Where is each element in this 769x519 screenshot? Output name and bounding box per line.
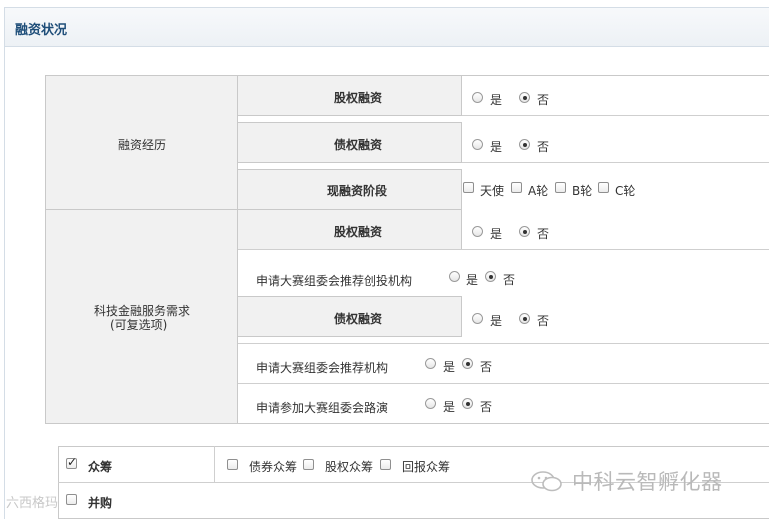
roadshow-no-label: 否 [480,400,493,414]
recommend-vc-no-label: 否 [503,273,516,287]
needs-equity-no-label: 否 [537,227,550,241]
crowd-label: 众筹 [88,460,113,474]
debt-no-radio[interactable] [519,139,530,150]
equity-yes-radio[interactable] [472,92,483,103]
stage-label: 现融资阶段 [327,184,388,198]
recommend-inst-yes-label: 是 [443,360,456,374]
roadshow-yes-label: 是 [443,400,456,414]
stage-c-label: C轮 [615,184,636,198]
row-divider [462,249,769,250]
column-divider [214,446,215,483]
stage-angel-checkbox[interactable] [463,182,474,193]
recommend-inst-no-radio[interactable] [462,358,473,369]
debt-yes-label: 是 [490,140,503,154]
merger-label: 并购 [88,496,113,510]
merger-checkbox[interactable] [66,494,77,505]
crowd-bond-checkbox[interactable] [227,459,238,470]
row-divider [238,343,769,344]
roadshow-yes-radio[interactable] [425,398,436,409]
needs-equity-yes-label: 是 [490,227,503,241]
section-header: 融资状况 [4,7,769,47]
recommend-inst-yes-radio[interactable] [425,358,436,369]
debt-label: 债权融资 [334,138,383,152]
stage-a-label: A轮 [528,184,549,198]
crowd-equity-checkbox[interactable] [303,459,314,470]
stage-a-checkbox[interactable] [511,182,522,193]
needs-sublabel: (可复选项) [110,318,168,332]
debt-yes-radio[interactable] [472,139,483,150]
recommend-vc-yes-label: 是 [466,273,479,287]
needs-equity-no-radio[interactable] [519,226,530,237]
needs-debt-yes-label: 是 [490,314,503,328]
crowd-equity-label: 股权众筹 [325,460,374,474]
row-divider [238,249,462,250]
crowd-checkbox[interactable] [66,455,77,469]
equity-label: 股权融资 [334,91,383,105]
debt-no-label: 否 [537,140,550,154]
watermark-left: 六西格玛 [6,496,59,511]
stage-angel-label: 天使 [480,184,505,198]
needs-equity-label: 股权融资 [334,225,383,239]
row-divider [462,115,769,116]
experience-label: 融资经历 [118,138,167,152]
panel-border [4,47,5,519]
needs-equity-yes-radio[interactable] [472,226,483,237]
recommend-vc-no-radio[interactable] [485,271,496,282]
equity-yes-label: 是 [490,93,503,107]
recommend-inst-label: 申请大赛组委会推荐机构 [256,361,389,375]
roadshow-no-radio[interactable] [462,398,473,409]
section-title: 融资状况 [15,23,68,38]
wechat-icon [531,471,562,492]
stage-c-checkbox[interactable] [598,182,609,193]
watermark-text: 中科云智孵化器 [572,470,723,494]
stage-b-checkbox[interactable] [555,182,566,193]
needs-debt-no-radio[interactable] [519,313,530,324]
needs-debt-no-label: 否 [537,314,550,328]
row-divider [462,162,769,163]
equity-no-radio[interactable] [519,92,530,103]
equity-no-label: 否 [537,93,550,107]
crowd-bond-label: 债券众筹 [249,460,298,474]
crowd-reward-checkbox[interactable] [380,459,391,470]
recommend-vc-yes-radio[interactable] [449,271,460,282]
stage-b-label: B轮 [572,184,593,198]
crowd-reward-label: 回报众筹 [402,460,451,474]
needs-debt-label: 债权融资 [334,312,383,326]
row-divider [238,383,769,384]
recommend-inst-no-label: 否 [480,360,493,374]
needs-debt-yes-radio[interactable] [472,313,483,324]
roadshow-label: 申请参加大赛组委会路演 [256,401,389,415]
recommend-vc-label: 申请大赛组委会推荐创投机构 [256,274,413,288]
